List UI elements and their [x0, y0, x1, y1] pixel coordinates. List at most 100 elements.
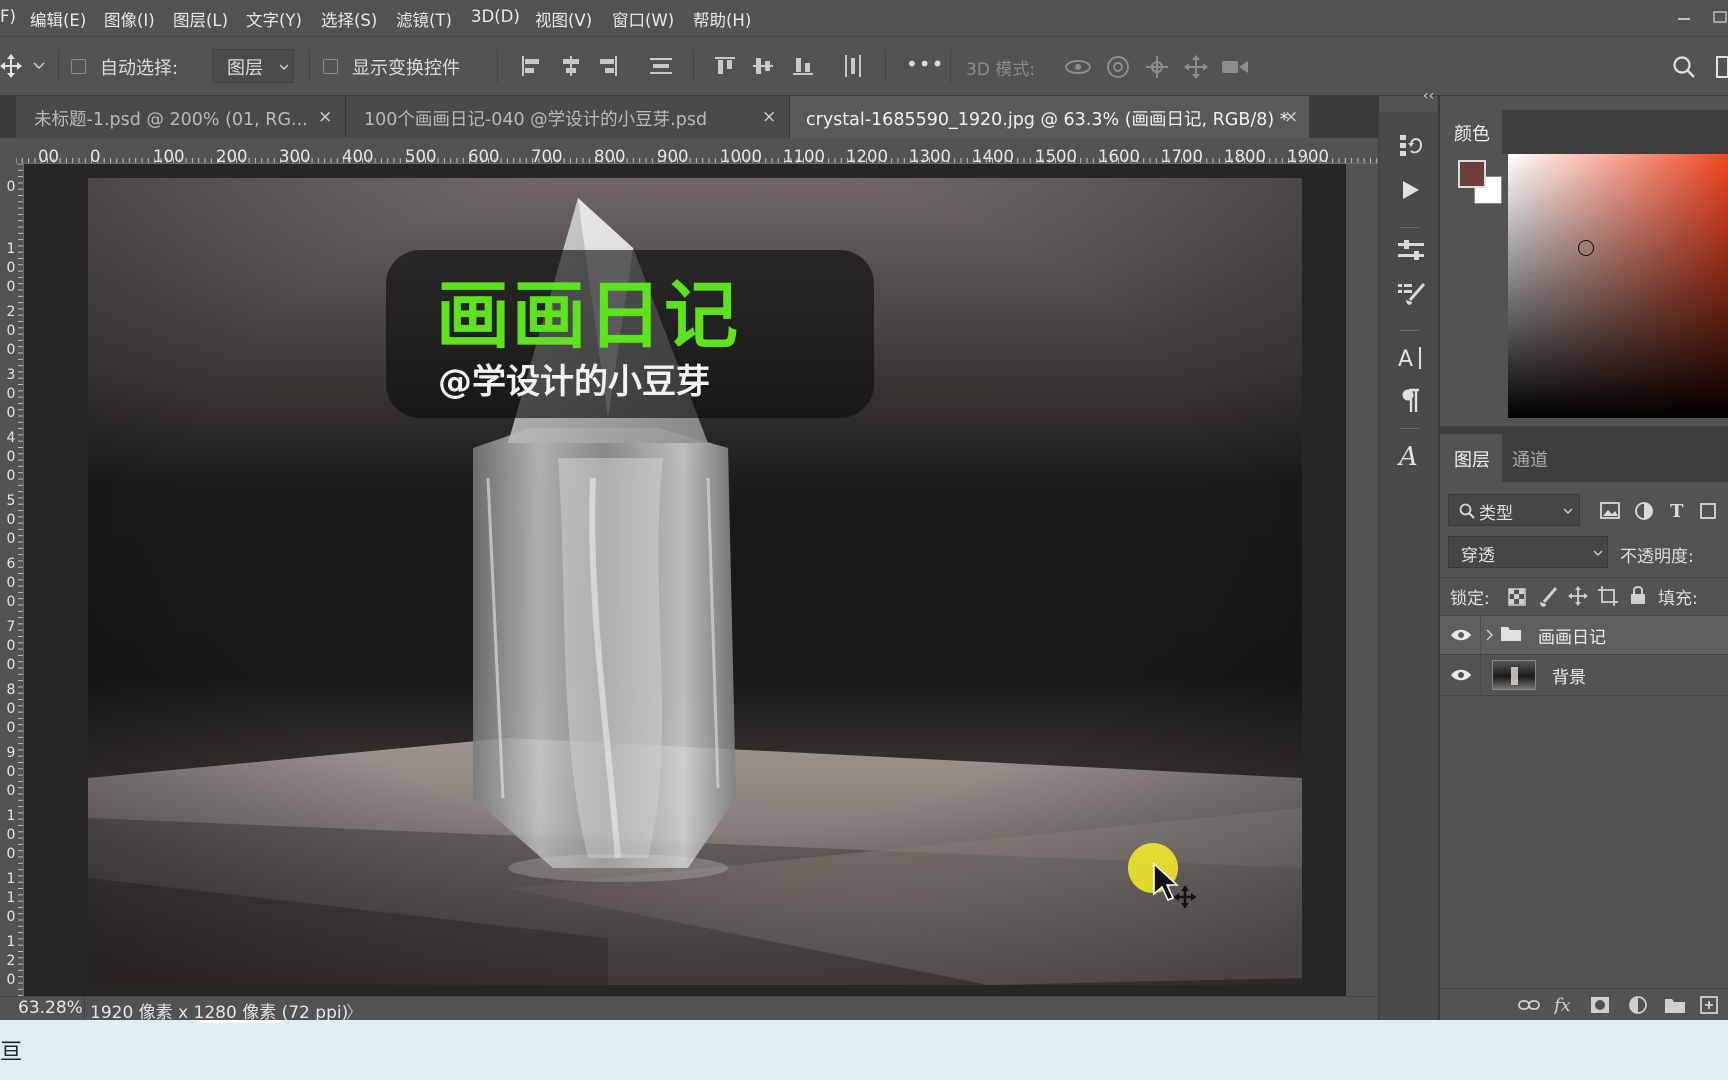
filter-adjustment-icon[interactable]: [1634, 501, 1654, 521]
add-mask-icon[interactable]: [1590, 996, 1610, 1014]
menu-type[interactable]: 文字(Y): [246, 7, 302, 31]
close-icon[interactable]: ×: [318, 107, 332, 127]
menu-layer[interactable]: 图层(L): [173, 7, 228, 31]
more-options-button[interactable]: •••: [906, 52, 944, 76]
crystal-photo[interactable]: 画画日记 @学设计的小豆芽: [88, 178, 1302, 985]
menu-window[interactable]: 窗口(W): [612, 7, 674, 31]
tool-preset-chevron-icon[interactable]: [33, 62, 45, 70]
align-left-icon[interactable]: [521, 56, 541, 76]
3d-orbit-icon[interactable]: [1064, 57, 1092, 77]
auto-select-checkbox[interactable]: [71, 59, 86, 74]
ruler-label: 700: [531, 147, 563, 164]
layer-row-group[interactable]: 画画日记: [1440, 616, 1728, 654]
align-right-icon[interactable]: [598, 56, 618, 76]
search-icon[interactable]: [1672, 55, 1696, 79]
3d-scale-camera-icon[interactable]: [1221, 57, 1249, 77]
zoom-level[interactable]: 63.28%: [18, 998, 83, 1018]
foreground-color-swatch[interactable]: [1458, 160, 1486, 188]
3d-pan-icon[interactable]: [1145, 55, 1169, 79]
ruler-label: 1400: [972, 147, 1014, 164]
character-icon[interactable]: A: [1397, 344, 1425, 372]
menu-filter[interactable]: 滤镜(T): [396, 7, 452, 31]
ruler-label: 6 0 0: [6, 556, 16, 610]
move-tool-icon[interactable]: [0, 54, 22, 78]
filter-type-icon[interactable]: T: [1668, 500, 1688, 520]
adjustments-icon[interactable]: [1398, 240, 1424, 262]
menu-view[interactable]: 视图(V): [535, 7, 592, 31]
tab-layers-label: 图层: [1454, 450, 1490, 471]
menu-image[interactable]: 图像(I): [104, 7, 155, 31]
chevron-right-icon[interactable]: [1486, 629, 1494, 641]
layer-name[interactable]: 画画日记: [1538, 623, 1606, 648]
tab-layers[interactable]: 图层: [1440, 434, 1502, 482]
tab-100-drawing-diary[interactable]: 100个画画日记-040 @学设计的小豆芽.psd ×: [346, 96, 790, 138]
filter-shape-icon[interactable]: [1698, 501, 1718, 521]
layer-name[interactable]: 背景: [1552, 663, 1586, 688]
tab-untitled-1[interactable]: 未标题-1.psd @ 200% (01, RG... ×: [16, 96, 346, 138]
menu-file[interactable]: F): [0, 7, 16, 26]
align-top-icon[interactable]: [715, 56, 735, 76]
minimize-icon[interactable]: [1676, 10, 1692, 24]
blend-mode-dropdown[interactable]: 穿透: [1448, 536, 1608, 568]
menu-edit[interactable]: 编辑(E): [30, 7, 86, 31]
paragraph-icon[interactable]: [1401, 388, 1421, 414]
layer-row-background[interactable]: 背景: [1440, 655, 1728, 695]
color-picker-cursor[interactable]: [1578, 240, 1594, 256]
history-icon[interactable]: [1399, 133, 1423, 159]
align-bottom-icon[interactable]: [793, 56, 813, 76]
canvas-title-text[interactable]: 画画日记: [436, 276, 836, 356]
folder-icon: [1501, 627, 1521, 641]
vertical-ruler[interactable]: 0 1 0 0 2 0 0 3 0 0 4 0 0 5 0 0 6 0 0 7 …: [0, 164, 24, 996]
menu-help[interactable]: 帮助(H): [693, 7, 751, 31]
close-icon[interactable]: ×: [762, 107, 776, 127]
auto-select-dropdown[interactable]: 图层: [212, 49, 294, 83]
layer-style-icon[interactable]: fx: [1554, 994, 1580, 1016]
new-layer-icon[interactable]: [1700, 996, 1718, 1014]
align-center-h-icon[interactable]: [561, 56, 581, 76]
svg-text:A: A: [1398, 347, 1413, 372]
link-layers-icon[interactable]: [1518, 998, 1540, 1012]
ruler-label: 8 0 0: [6, 682, 16, 736]
menu-select[interactable]: 选择(S): [321, 7, 377, 31]
tab-crystal-jpg[interactable]: crystal-1685590_1920.jpg @ 63.3% (画画日记, …: [790, 96, 1310, 138]
new-adjustment-layer-icon[interactable]: [1628, 995, 1648, 1015]
canvas-subtitle-text[interactable]: @学设计的小豆芽: [438, 362, 858, 402]
ruler-label: 900: [657, 147, 689, 164]
workspace-icon[interactable]: [1716, 56, 1728, 78]
glyphs-icon[interactable]: A: [1397, 442, 1425, 470]
restore-icon[interactable]: [1712, 10, 1728, 24]
ruler-label: 400: [342, 147, 374, 164]
lock-position-icon[interactable]: [1568, 586, 1588, 606]
close-icon[interactable]: ×: [1284, 107, 1298, 127]
eye-icon[interactable]: [1450, 668, 1472, 682]
ruler-label: 500: [405, 147, 437, 164]
3d-slide-icon[interactable]: [1184, 55, 1208, 79]
lock-transparent-icon[interactable]: [1508, 588, 1526, 606]
menu-3d[interactable]: 3D(D): [471, 7, 520, 26]
layer-thumbnail: [1492, 660, 1536, 690]
collapse-panels-icon[interactable]: ‹‹: [1423, 88, 1434, 104]
filter-pixel-icon[interactable]: [1600, 502, 1620, 520]
actions-play-icon[interactable]: [1402, 180, 1420, 200]
distribute-icon[interactable]: [650, 58, 672, 74]
ruler-label: 3 0 0: [6, 367, 16, 421]
eye-icon[interactable]: [1450, 628, 1472, 642]
align-middle-v-icon[interactable]: [753, 56, 773, 76]
lock-artboard-icon[interactable]: [1598, 586, 1618, 606]
layer-filter-dropdown[interactable]: 类型: [1448, 494, 1580, 526]
distribute-v-icon[interactable]: [845, 55, 861, 77]
ruler-label: 00: [38, 147, 59, 164]
lock-all-icon[interactable]: [1630, 585, 1646, 605]
color-picker-field[interactable]: [1508, 154, 1728, 418]
ruler-label: 100: [153, 147, 185, 164]
new-group-icon[interactable]: [1664, 996, 1686, 1014]
tab-channels[interactable]: 通道: [1502, 434, 1564, 482]
tab-channels-label: 通道: [1512, 450, 1548, 471]
tab-color[interactable]: 颜色: [1440, 110, 1502, 154]
show-transform-checkbox[interactable]: [323, 59, 338, 74]
brush-settings-icon[interactable]: [1398, 282, 1426, 308]
lock-paint-icon[interactable]: [1538, 586, 1558, 608]
horizontal-ruler[interactable]: 00 0 100 200 300 400 500 600 700 800 900…: [16, 138, 1378, 164]
3d-roll-icon[interactable]: [1106, 55, 1130, 79]
canvas-scroll-gutter[interactable]: [1346, 164, 1378, 996]
